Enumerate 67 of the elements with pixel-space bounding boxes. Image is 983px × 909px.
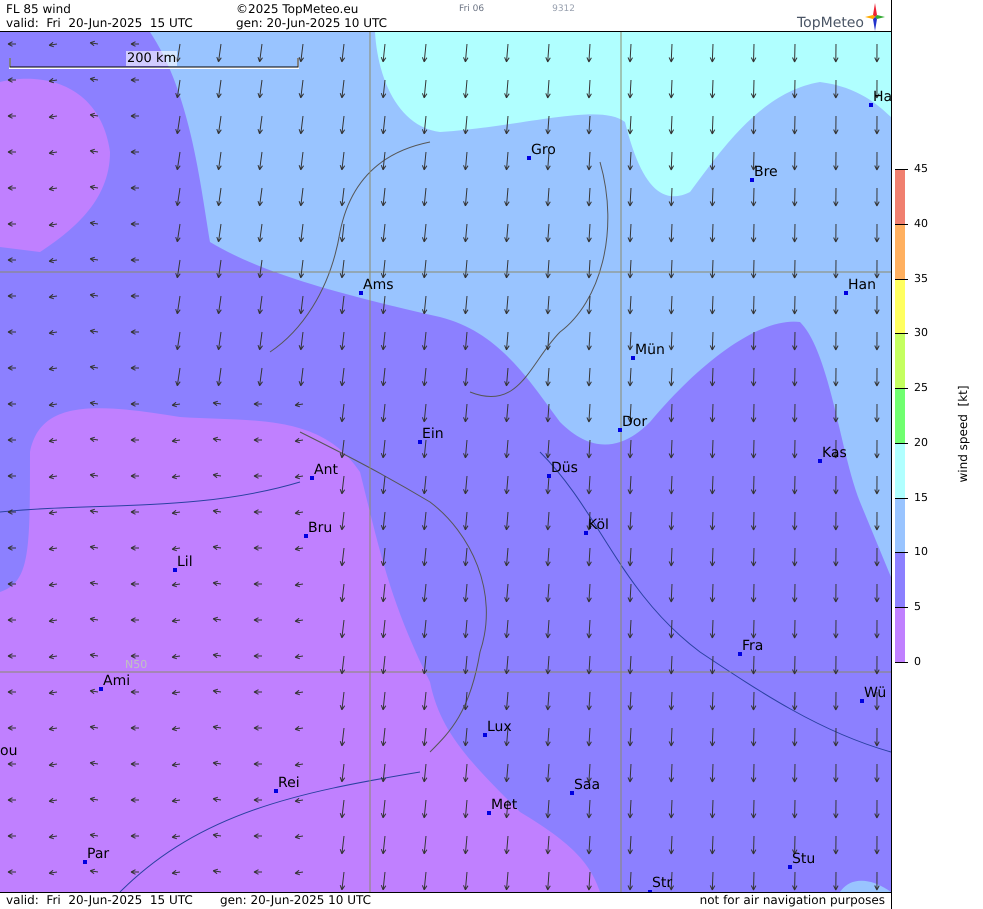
city-marker-icon (818, 459, 822, 463)
valid-time-label: valid: Fri 20-Jun-2025 15 UTC (6, 893, 194, 908)
city-label: Wü (864, 686, 886, 701)
city-marker-icon (618, 428, 622, 432)
city-label: Bru (308, 521, 332, 536)
scale-tick-label: 20 (914, 436, 928, 449)
city-marker-icon (99, 687, 103, 691)
city-marker-icon (584, 531, 588, 535)
city-label: Ant (314, 463, 338, 478)
logo-star-icon (865, 3, 885, 31)
generated-time-label: gen: 20-Jun-2025 10 UTC (220, 893, 372, 908)
city-label: Düs (551, 461, 578, 476)
city-marker-icon (570, 791, 574, 795)
city-label: Mün (635, 343, 665, 358)
city-marker-icon (304, 534, 308, 538)
scale-tick-label: 30 (914, 327, 928, 340)
generated-time-label: gen: 20-Jun-2025 10 UTC (236, 16, 388, 30)
city-label: Han (848, 278, 876, 293)
scale-tick-label: 0 (914, 656, 921, 668)
city-marker-icon (750, 178, 754, 182)
city-label: Dor (622, 415, 648, 430)
scale-tick-label: 35 (914, 272, 928, 285)
city-label: Lil (177, 555, 193, 570)
city-marker-icon (487, 811, 491, 815)
scale-label: 200 km (126, 51, 178, 66)
city-marker-icon (788, 865, 792, 869)
scale-tick-label: 40 (914, 218, 928, 230)
city-label: ou (0, 744, 18, 759)
city-marker-icon (738, 652, 742, 656)
city-marker-icon (631, 356, 635, 360)
scale-tick-label: 25 (914, 382, 928, 394)
city-label: Stu (792, 852, 816, 867)
scale-tick-label: 15 (914, 492, 928, 504)
city-label: Ein (422, 427, 444, 442)
city-label: Par (87, 847, 110, 862)
city-marker-icon (83, 860, 87, 864)
city-marker-icon (860, 699, 864, 703)
city-marker-icon (483, 733, 487, 737)
city-label: Gro (531, 143, 556, 158)
city-marker-icon (173, 568, 177, 572)
city-marker-icon (869, 103, 873, 107)
latitude-label: N50 (125, 659, 148, 671)
city-label: Bre (754, 165, 778, 180)
valid-time-label: valid: Fri 20-Jun-2025 15 UTC (6, 16, 193, 30)
city-marker-icon (844, 291, 848, 295)
city-marker-icon (310, 476, 314, 480)
city-label: Fra (742, 639, 764, 654)
city-marker-icon (527, 156, 531, 160)
code-label: 9312 (552, 3, 575, 16)
city-label: Ha (873, 90, 891, 105)
city-label: Saa (574, 778, 600, 793)
city-label: Lux (487, 720, 512, 735)
disclaimer-label: not for air navigation purposes (700, 893, 885, 908)
city-marker-icon (274, 789, 278, 793)
scale-tick-label: 45 (914, 163, 928, 175)
copyright-label: ©2025 TopMeteo.eu (236, 2, 358, 16)
city-label: Rei (278, 776, 300, 791)
map-title: FL 85 wind (6, 2, 71, 16)
legend-title: wind speed [kt] (955, 384, 971, 485)
city-marker-icon (547, 474, 551, 478)
scale-tick-label: 5 (914, 601, 921, 614)
scale-tick-label: 10 (914, 546, 928, 558)
city-marker-icon (359, 291, 363, 295)
run-label: Fri 06 (459, 3, 484, 16)
logo-text: TopMeteo (797, 15, 864, 31)
city-marker-icon (418, 440, 422, 444)
city-label: Ami (103, 674, 130, 689)
